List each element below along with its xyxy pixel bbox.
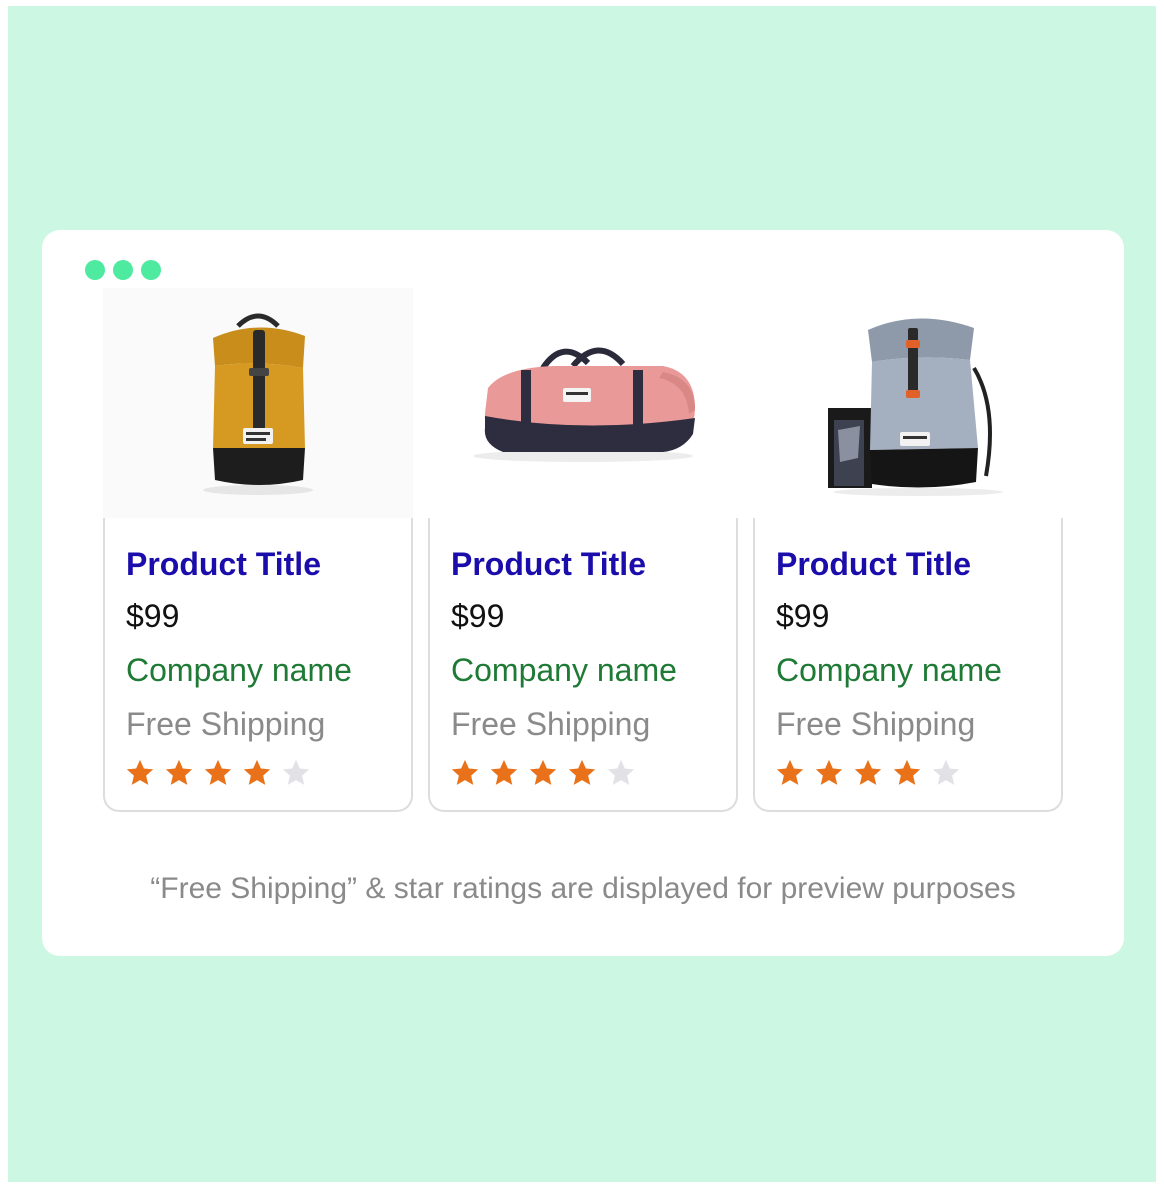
product-info: Product Title $99 Company name Free Ship… (428, 518, 738, 812)
shipping-label: Free Shipping (451, 706, 651, 742)
window-dot (141, 260, 161, 280)
product-price: $99 (126, 598, 180, 634)
product-title[interactable]: Product Title (776, 546, 971, 583)
product-price: $99 (776, 598, 830, 634)
product-card[interactable]: Product Title $99 Company name Free Ship… (428, 288, 738, 813)
star-filled-icon (854, 759, 882, 785)
star-filled-icon (776, 759, 804, 785)
pink-duffel-bag-icon (473, 347, 695, 462)
product-info: Product Title $99 Company name Free Ship… (753, 518, 1063, 812)
star-filled-icon (243, 759, 271, 785)
product-image[interactable] (428, 288, 738, 518)
star-filled-icon (165, 759, 193, 785)
star-filled-icon (893, 759, 921, 785)
product-info: Product Title $99 Company name Free Ship… (103, 518, 413, 812)
product-card[interactable]: Product Title $99 Company name Free Ship… (103, 288, 413, 813)
company-name: Company name (126, 652, 352, 688)
star-filled-icon (204, 759, 232, 785)
star-empty-icon (607, 759, 635, 785)
window-dot (113, 260, 133, 280)
star-filled-icon (490, 759, 518, 785)
star-empty-icon (282, 759, 310, 785)
star-filled-icon (451, 759, 479, 785)
star-empty-icon (932, 759, 960, 785)
star-rating (774, 758, 962, 788)
window-dot (85, 260, 105, 280)
shipping-label: Free Shipping (776, 706, 976, 742)
star-filled-icon (568, 759, 596, 785)
company-name: Company name (776, 652, 1002, 688)
product-title[interactable]: Product Title (451, 546, 646, 583)
product-card[interactable]: Product Title $99 Company name Free Ship… (753, 288, 1063, 813)
star-filled-icon (529, 759, 557, 785)
product-price: $99 (451, 598, 505, 634)
product-title[interactable]: Product Title (126, 546, 321, 583)
shipping-label: Free Shipping (126, 706, 326, 742)
product-image[interactable] (753, 288, 1063, 518)
product-image[interactable] (103, 288, 413, 518)
grey-backpack-with-award-icon (828, 318, 1003, 496)
company-name: Company name (451, 652, 677, 688)
yellow-backpack-icon (203, 313, 313, 495)
star-filled-icon (126, 759, 154, 785)
preview-disclaimer: “Free Shipping” & star ratings are displ… (150, 872, 1016, 905)
star-rating (449, 758, 637, 788)
window-controls (85, 260, 161, 280)
preview-window: Product Title $99 Company name Free Ship… (42, 230, 1124, 956)
star-filled-icon (815, 759, 843, 785)
star-rating (124, 758, 312, 788)
